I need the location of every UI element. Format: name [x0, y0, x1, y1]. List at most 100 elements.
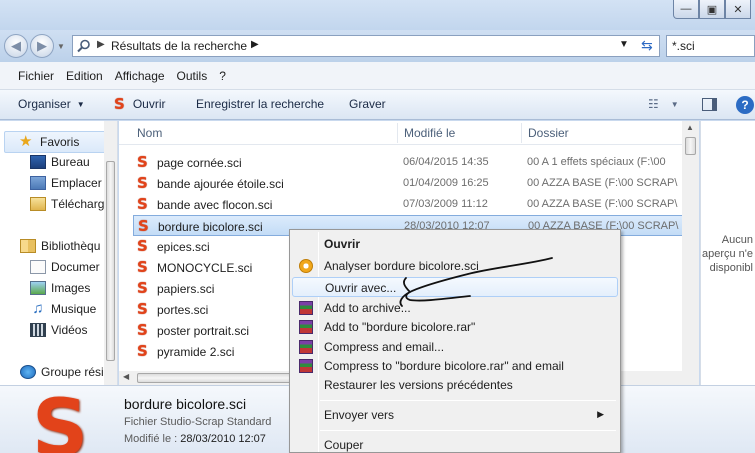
file-name: bande ajourée étoile.sci	[157, 177, 284, 191]
studio-scrap-file-icon: S	[137, 300, 148, 318]
details-modified: Modifié le : 28/03/2010 12:07	[124, 433, 266, 445]
breadcrumb-current[interactable]: Résultats de la recherche	[111, 39, 247, 53]
nav-documents[interactable]: Documer	[30, 260, 100, 274]
nav-favorites[interactable]: ★ Favoris	[4, 131, 110, 153]
nav-videos[interactable]: Vidéos	[30, 323, 87, 337]
minimize-button[interactable]: —	[673, 0, 699, 19]
studio-scrap-file-icon: S	[137, 153, 148, 171]
menu-item-compress-email[interactable]: Compress and email...	[292, 337, 618, 357]
no-preview-line3: disponibl	[709, 262, 753, 274]
breadcrumb-chevron-icon[interactable]: ▶	[251, 39, 259, 50]
file-list-hscroll-thumb[interactable]	[137, 373, 292, 383]
file-row[interactable]: S bande avec flocon.sci 07/03/2009 11:12…	[133, 194, 683, 215]
studio-scrap-file-icon: S	[137, 195, 148, 213]
column-name[interactable]: Nom	[137, 126, 162, 140]
file-name: papiers.sci	[157, 282, 215, 296]
column-divider[interactable]	[521, 123, 522, 143]
hand-drawn-arrow-annotation	[399, 257, 553, 307]
recent-pages-chevron-icon[interactable]: ▼	[57, 42, 65, 51]
details-modified-value: 28/03/2010 12:07	[180, 433, 266, 445]
nav-scrollbar-thumb[interactable]	[106, 161, 115, 361]
file-date: 01/04/2009 16:25	[403, 177, 489, 189]
save-search-button[interactable]: Enregistrer la recherche	[196, 97, 324, 111]
chevron-down-icon: ▼	[76, 99, 85, 109]
maximize-icon: ▣	[706, 3, 718, 16]
organize-button[interactable]: Organiser ▼	[18, 97, 85, 111]
menu-item-cut-label: Couper	[324, 438, 364, 452]
file-name: pyramide 2.sci	[157, 345, 235, 359]
music-note-icon: ♫	[32, 300, 44, 317]
nav-scrollbar[interactable]	[104, 121, 117, 385]
address-bar[interactable]: ▶ Résultats de la recherche ▶ ▼ ⇆	[72, 35, 660, 57]
menu-item-cut[interactable]: Couper	[292, 435, 618, 452]
maximize-button[interactable]: ▣	[699, 0, 725, 19]
details-modified-label: Modifié le :	[124, 433, 178, 445]
libraries-icon	[20, 239, 36, 253]
column-modified[interactable]: Modifié le	[404, 126, 455, 140]
file-name: bande avec flocon.sci	[157, 198, 273, 212]
menu-file[interactable]: Fichier	[12, 69, 60, 83]
menu-item-send-to[interactable]: Envoyer vers ▶	[292, 405, 618, 425]
search-icon	[77, 39, 90, 53]
antivirus-icon	[299, 259, 313, 273]
studio-scrap-file-icon: S	[137, 279, 148, 297]
nav-downloads[interactable]: Télécharg	[30, 197, 104, 211]
menu-edit[interactable]: Edition	[60, 69, 109, 83]
nav-places[interactable]: Emplacer	[30, 176, 102, 190]
file-list-vertical-scrollbar[interactable]: ▲	[682, 121, 699, 385]
menu-item-add-rar[interactable]: Add to "bordure bicolore.rar"	[292, 317, 618, 337]
forward-button[interactable]: ▶	[30, 34, 54, 58]
menu-item-compress-rar-email[interactable]: Compress to "bordure bicolore.rar" and e…	[292, 356, 618, 376]
nav-libraries[interactable]: Bibliothèqu	[20, 239, 100, 253]
column-folder[interactable]: Dossier	[528, 126, 569, 140]
details-view-icon: ☷	[648, 97, 659, 111]
file-list-scrollbar-thumb[interactable]	[685, 137, 696, 155]
burn-button[interactable]: Graver	[349, 97, 386, 111]
no-preview-line1: Aucun	[721, 234, 753, 246]
menu-view[interactable]: Affichage	[109, 69, 171, 83]
back-button[interactable]: ◀	[4, 34, 28, 58]
nav-desktop[interactable]: Bureau	[30, 155, 90, 169]
file-name: poster portrait.sci	[157, 324, 250, 338]
nav-music[interactable]: ♫ Musique	[30, 300, 96, 317]
menu-separator	[320, 400, 616, 401]
file-name: MONOCYCLE.sci	[157, 261, 253, 275]
menu-item-open[interactable]: Ouvrir	[292, 234, 618, 254]
studio-scrap-file-icon: S	[137, 342, 148, 360]
file-row[interactable]: S page cornée.sci 06/04/2015 14:35 00 A …	[133, 152, 683, 173]
menu-item-open-label: Ouvrir	[324, 237, 361, 251]
scroll-up-icon[interactable]: ▲	[686, 123, 694, 132]
menu-tools[interactable]: Outils	[171, 69, 214, 83]
nav-images[interactable]: Images	[30, 281, 90, 295]
menu-item-compress-rar-email-label: Compress to "bordure bicolore.rar" and e…	[324, 359, 564, 373]
column-divider[interactable]	[397, 123, 398, 143]
help-button[interactable]: ?	[736, 96, 754, 114]
file-date: 06/04/2015 14:35	[403, 156, 489, 168]
close-button[interactable]: ✕	[725, 0, 751, 19]
menu-item-restore[interactable]: Restaurer les versions précédentes	[292, 375, 618, 395]
file-row[interactable]: S bande ajourée étoile.sci 01/04/2009 16…	[133, 173, 683, 194]
studio-scrap-file-icon: S	[137, 321, 148, 339]
refresh-icon[interactable]: ⇆	[641, 37, 653, 54]
winrar-icon	[299, 340, 313, 354]
address-dropdown-icon[interactable]: ▼	[619, 39, 629, 50]
preview-pane-button[interactable]	[702, 98, 717, 111]
breadcrumb-separator-icon: ▶	[97, 39, 105, 50]
file-name: portes.sci	[157, 303, 209, 317]
details-file-name: bordure bicolore.sci	[124, 396, 247, 412]
nav-homegroup[interactable]: Groupe rési	[20, 365, 104, 379]
menu-item-send-to-label: Envoyer vers	[324, 408, 395, 422]
open-label: Ouvrir	[132, 97, 166, 111]
open-button[interactable]: S Ouvrir	[114, 97, 166, 112]
studio-scrap-file-icon: S	[137, 174, 148, 192]
recent-places-icon	[30, 176, 46, 190]
menu-help[interactable]: ?	[213, 69, 232, 83]
view-options-button[interactable]: ☷ ▼	[648, 97, 679, 111]
preview-pane: Aucun aperçu n'e disponibl	[700, 121, 755, 385]
search-input[interactable]: *.sci	[666, 35, 755, 57]
nav-places-label: Emplacer	[51, 176, 102, 190]
menu-separator	[320, 430, 616, 431]
command-bar: Organiser ▼ S Ouvrir Enregistrer la rech…	[0, 90, 755, 120]
scroll-left-icon[interactable]: ◀	[123, 372, 129, 381]
pictures-icon	[30, 281, 46, 295]
